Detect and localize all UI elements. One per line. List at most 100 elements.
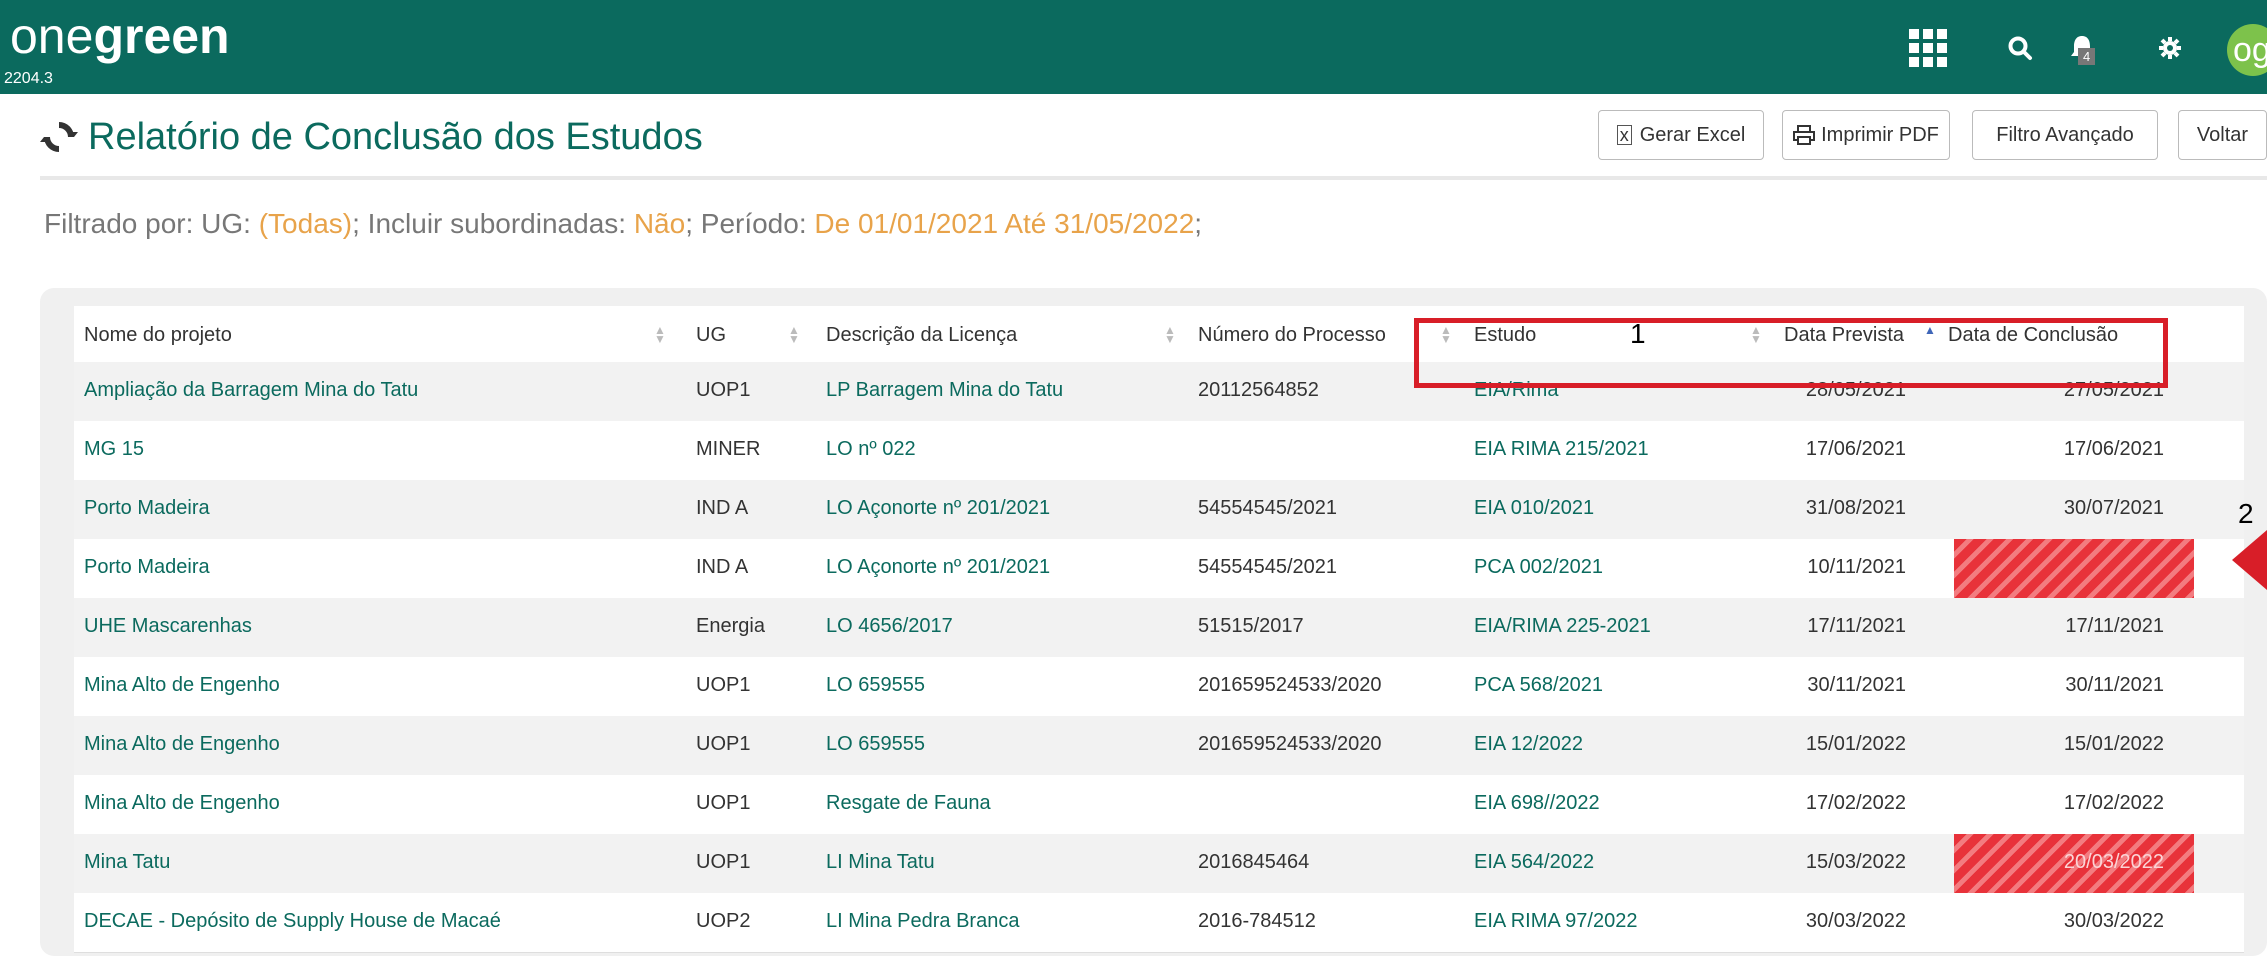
table-row[interactable]: Porto Madeira IND A LO Açonorte nº 201/202… — [74, 480, 2244, 540]
cell-data-prevista: 30/03/2022 — [1805, 910, 1906, 932]
cell-descricao[interactable]: LO 4656/2017 — [826, 615, 953, 638]
user-avatar[interactable]: og — [2227, 24, 2267, 76]
cell-processo: 2016-784512 — [1198, 910, 1316, 932]
apps-grid-icon[interactable] — [1902, 22, 1954, 74]
cell-descricao[interactable]: LO nº 022 — [826, 438, 916, 461]
cell-nome[interactable]: Porto Madeira — [84, 497, 210, 520]
cell-data-prevista: 15/01/2022 — [1805, 733, 1906, 755]
table-row[interactable]: UHE Mascarenhas Energia LO 4656/2017 51515/… — [74, 598, 2244, 658]
col-header-processo[interactable]: Número do Processo — [1198, 324, 1386, 347]
cell-nome[interactable]: MG 15 — [84, 438, 144, 461]
cell-ug: UOP1 — [696, 792, 751, 814]
back-button[interactable]: Voltar — [2178, 110, 2267, 160]
table-row[interactable]: DECAE - Depósito de Supply House de Maca… — [74, 893, 2244, 953]
table-row[interactable]: Mina Alto de Engenho UOP1 LO 659555 2016595… — [74, 657, 2244, 717]
cell-descricao[interactable]: LO 659555 — [826, 674, 925, 697]
top-bar: onegreen 2204.3 4 og — [0, 0, 2267, 94]
cell-data-conclusao: 20/03/2022 — [2063, 851, 2164, 873]
sort-icon[interactable]: ▲ ▼ — [654, 324, 666, 345]
logo-bold-text: green — [93, 8, 230, 64]
cell-ug: UOP1 — [696, 379, 751, 401]
col-header-nome[interactable]: Nome do projeto — [84, 324, 232, 347]
filter-suffix: ; — [1194, 208, 1203, 239]
filter-prefix: Filtrado por: UG: — [44, 208, 259, 239]
annotation-label-2: 2 — [2238, 498, 2254, 529]
version-label: 2204.3 — [4, 70, 53, 87]
bell-icon[interactable]: 4 — [2056, 22, 2108, 74]
cell-processo: 201659524533/2020 — [1198, 733, 1382, 755]
cell-descricao[interactable]: LI Mina Pedra Branca — [826, 910, 1019, 933]
cell-nome[interactable]: DECAE - Depósito de Supply House de Maca… — [84, 910, 501, 933]
table-row[interactable]: Mina Tatu UOP1 LI Mina Tatu 2016845464 EIA 5… — [74, 834, 2244, 894]
excel-icon: x — [1616, 125, 1632, 145]
cell-ug: UOP2 — [696, 910, 751, 932]
search-icon[interactable] — [1994, 22, 2046, 74]
cell-data-conclusao: 17/06/2021 — [2063, 438, 2164, 460]
cell-data-conclusao: 30/11/2021 — [2065, 674, 2164, 696]
print-pdf-label: Imprimir PDF — [1821, 123, 1939, 146]
cell-ug: MINER — [696, 438, 761, 460]
advanced-filter-label: Filtro Avançado — [1996, 123, 2134, 146]
cell-data-conclusao: 30/07/2021 — [2063, 497, 2164, 519]
app-logo[interactable]: onegreen — [10, 6, 230, 66]
gear-icon[interactable] — [2144, 22, 2196, 74]
export-excel-button[interactable]: x Gerar Excel — [1598, 110, 1764, 160]
table-row[interactable]: Mina Alto de Engenho UOP1 LO 659555 2016595… — [74, 716, 2244, 776]
cell-estudo[interactable]: EIA 12/2022 — [1474, 733, 1583, 756]
cell-descricao[interactable]: LO 659555 — [826, 733, 925, 756]
cell-nome[interactable]: Mina Alto de Engenho — [84, 792, 280, 815]
cell-data-prevista: 17/06/2021 — [1805, 438, 1906, 460]
col-header-descricao[interactable]: Descrição da Licença — [826, 324, 1017, 347]
title-separator — [40, 176, 2267, 180]
filter-ug-value: (Todas) — [258, 208, 353, 239]
table-row[interactable]: Porto Madeira IND A LO Açonorte nº 201/202… — [74, 539, 2244, 599]
filter-subordinadas-value: Não — [633, 208, 686, 239]
cell-estudo[interactable]: PCA 002/2021 — [1474, 556, 1603, 579]
filter-sep2: ; Período: — [685, 208, 815, 239]
filter-summary: Filtrado por: UG: (Todas); Incluir subor… — [44, 208, 1202, 240]
cell-processo: 20112564852 — [1198, 379, 1319, 401]
cell-descricao[interactable]: LO Açonorte nº 201/2021 — [826, 497, 1050, 520]
cell-nome[interactable]: Mina Tatu — [84, 851, 170, 874]
cell-descricao[interactable]: LP Barragem Mina do Tatu — [826, 379, 1063, 402]
cell-data-conclusao: 17/02/2022 — [2063, 792, 2164, 814]
cell-nome[interactable]: UHE Mascarenhas — [84, 615, 252, 638]
table-row[interactable]: MG 15 MINER LO nº 022 EIA RIMA 215/2021 17/0… — [74, 421, 2244, 481]
cell-estudo[interactable]: PCA 568/2021 — [1474, 674, 1603, 697]
page-title: Relatório de Conclusão dos Estudos — [88, 116, 703, 158]
sort-icon[interactable]: ▲ ▼ — [1164, 324, 1176, 345]
cell-nome[interactable]: Mina Alto de Engenho — [84, 733, 280, 756]
cell-processo: 54554545/2021 — [1198, 497, 1338, 519]
printer-icon — [1793, 125, 1816, 145]
cell-descricao[interactable]: Resgate de Fauna — [826, 792, 991, 815]
sort-icon[interactable]: ▲ ▼ — [788, 324, 800, 345]
cell-estudo[interactable]: EIA 564/2022 — [1474, 851, 1594, 874]
export-excel-label: Gerar Excel — [1639, 123, 1746, 146]
print-pdf-button[interactable]: Imprimir PDF — [1782, 110, 1950, 160]
cell-descricao[interactable]: LI Mina Tatu — [826, 851, 935, 874]
cell-data-prevista: 10/11/2021 — [1807, 556, 1906, 578]
annotation-label-1: 1 — [1630, 318, 1646, 349]
cell-data-conclusao: 17/11/2021 — [2065, 615, 2164, 637]
cell-descricao[interactable]: LO Açonorte nº 201/2021 — [826, 556, 1050, 579]
col-header-ug[interactable]: UG — [696, 324, 726, 347]
cell-nome[interactable]: Ampliação da Barragem Mina do Tatu — [84, 379, 418, 402]
advanced-filter-button[interactable]: Filtro Avançado — [1972, 110, 2158, 160]
table-row[interactable]: Mina Alto de Engenho UOP1 Resgate de Fauna… — [74, 775, 2244, 835]
cell-data-prevista: 31/08/2021 — [1805, 497, 1906, 519]
highlight-hatch — [1954, 539, 2194, 598]
cell-estudo[interactable]: EIA 698//2022 — [1474, 792, 1600, 815]
cell-ug: IND A — [696, 556, 749, 578]
cell-estudo[interactable]: EIA RIMA 97/2022 — [1474, 910, 1637, 933]
cell-estudo[interactable]: EIA RIMA 215/2021 — [1474, 438, 1649, 461]
cell-ug: Energia — [696, 615, 765, 637]
cell-estudo[interactable]: EIA/RIMA 225-2021 — [1474, 615, 1651, 638]
cell-data-conclusao: 30/03/2022 — [2063, 910, 2164, 932]
cell-nome[interactable]: Porto Madeira — [84, 556, 210, 579]
cell-data-prevista: 17/02/2022 — [1805, 792, 1906, 814]
cell-ug: IND A — [696, 497, 749, 519]
cell-data-conclusao: 15/01/2022 — [2063, 733, 2164, 755]
cell-nome[interactable]: Mina Alto de Engenho — [84, 674, 280, 697]
notification-badge: 4 — [2078, 48, 2096, 65]
cell-estudo[interactable]: EIA 010/2021 — [1474, 497, 1594, 520]
